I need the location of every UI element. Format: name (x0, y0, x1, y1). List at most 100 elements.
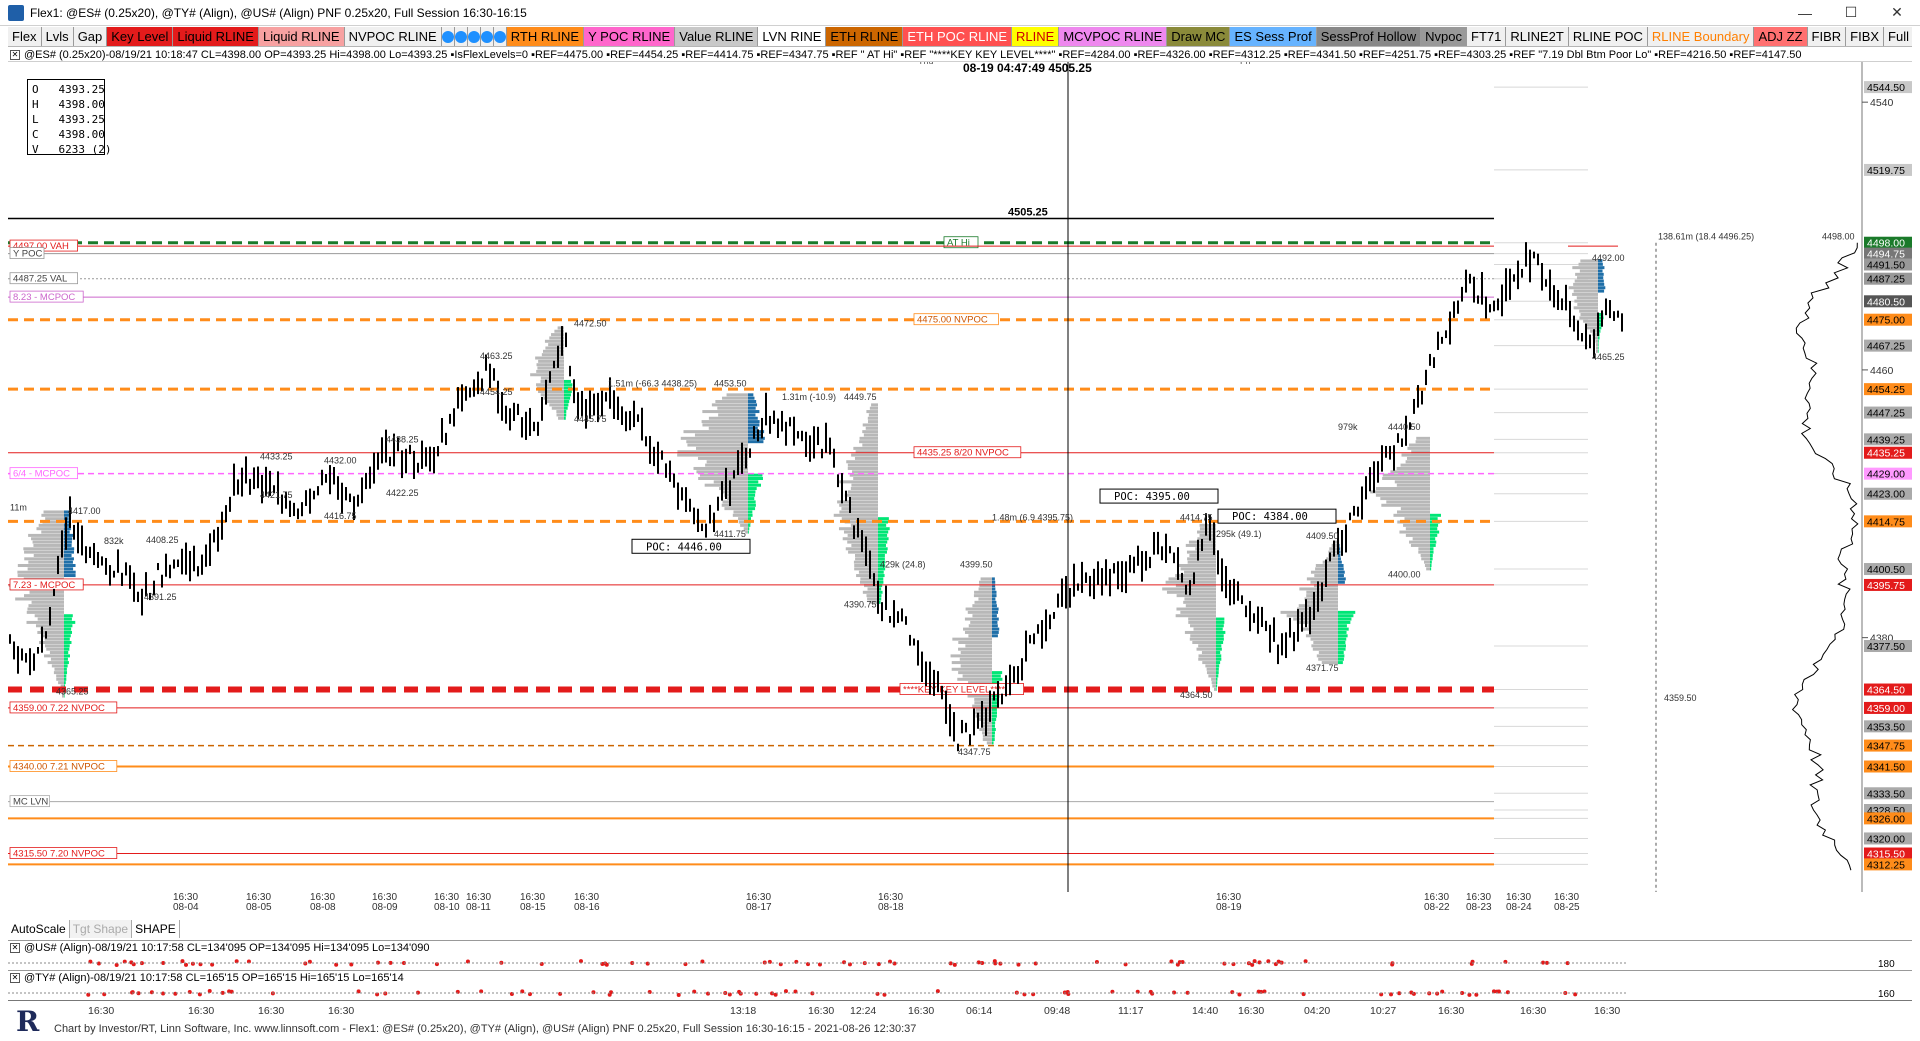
poc-box-label: POC: 4384.00 (1232, 511, 1308, 523)
toolbar-button-full-sess-prof[interactable]: Full Sess Prof (1884, 27, 1912, 46)
toolbar-button-nvpoc[interactable]: Nvpoc (1421, 27, 1467, 46)
profile-bar (1403, 523, 1430, 527)
us-subpane[interactable]: ✕ @TY# (Align)-08/19/21 10:17:58 CL=165'… (8, 970, 1912, 1000)
profile-bar (1184, 570, 1216, 574)
toolbar-button-liquid-rline[interactable]: Liquid RLINE (173, 27, 259, 46)
profile-bar (1196, 647, 1216, 651)
profile-bar (558, 416, 564, 420)
profile-bar-green (1338, 657, 1344, 661)
toolbar-button-rth-rline[interactable]: RTH RLINE (506, 27, 585, 46)
crosshair-time-label: 08-19 04:47:49 4505.25 (963, 62, 1092, 75)
profile-bar (1572, 266, 1598, 270)
close-pane-icon[interactable]: ✕ (10, 943, 20, 953)
profile-bar (1370, 490, 1430, 494)
profile-bar (49, 651, 64, 655)
close-pane-icon[interactable]: ✕ (10, 973, 20, 983)
profile-bar (738, 517, 748, 521)
profile-bar (44, 637, 64, 641)
toolbar-button-eth-poc-rline[interactable]: ETH POC RLINE (903, 27, 1013, 46)
toolbar-button-value-rline[interactable]: Value RLINE (675, 27, 759, 46)
toolbar-button-liquid-rline[interactable]: Liquid RLINE (258, 27, 345, 46)
chart-date-label: 08-09 (372, 902, 398, 913)
price-axis-label: 4439.25 (1867, 434, 1905, 446)
price-annotation: 4347.75 (958, 747, 991, 757)
profile-bar (1176, 594, 1216, 598)
toolbar-button-gap[interactable]: Gap (73, 27, 108, 46)
app-icon (8, 4, 24, 21)
toolbar-button-mcvpoc-rline[interactable]: MCVPOC RLINE (1059, 27, 1168, 46)
profile-bar-green (992, 701, 998, 705)
profile-bar (967, 610, 992, 614)
profile-bar (1293, 617, 1338, 621)
toolbar-circle-icon[interactable] (467, 27, 481, 46)
profile-bar-green (878, 537, 889, 541)
toolbar-button-lvls[interactable]: Lvls (41, 27, 74, 46)
toolbar-button-rline-boundary[interactable]: RLINE Boundary (1647, 27, 1755, 46)
profile-bar-blue (992, 627, 1000, 631)
day-label-thu: Thu (918, 62, 934, 66)
profile-bar (1310, 637, 1338, 641)
toolbar-button-fibx[interactable]: FIBX (1846, 27, 1885, 46)
toolbar-button-es-sess-prof[interactable]: ES Sess Prof (1230, 27, 1317, 46)
profile-bar (1175, 614, 1216, 618)
ty-subpane[interactable]: ✕ @US# (Align)-08/19/21 10:17:58 CL=134'… (8, 940, 1912, 970)
profile-bar-green (64, 637, 70, 641)
toolbar-circle-icon[interactable] (493, 27, 507, 46)
autoscale-button[interactable]: AutoScale (8, 920, 70, 938)
toolbar-button-flex[interactable]: Flex (8, 27, 42, 46)
shape-button[interactable]: SHAPE (132, 920, 180, 938)
profile-bar-green (64, 677, 67, 681)
profile-bar-blue (992, 617, 999, 621)
profile-bar-blue (992, 577, 995, 581)
toolbar-circle-icon[interactable] (480, 27, 494, 46)
level-label: 7.23 - MCPOC (13, 580, 75, 591)
profile-bar (858, 570, 878, 574)
time-axis-label: 16:30 (808, 1005, 834, 1017)
toolbar-button-ft71[interactable]: FT71 (1467, 27, 1507, 46)
toolbar-button-adj-zz[interactable]: ADJ ZZ (1754, 27, 1808, 46)
profile-bar (1180, 567, 1216, 571)
toolbar-button-y-poc-rline[interactable]: Y POC RLINE (584, 27, 676, 46)
toolbar-button-fibr[interactable]: FIBR (1807, 27, 1847, 46)
toolbar-circle-icon[interactable] (441, 27, 455, 46)
toolbar-button-lvn-rine[interactable]: LVN RINE (758, 27, 827, 46)
price-axis-label: 4467.25 (1867, 341, 1905, 353)
profile-bar-green (1430, 527, 1438, 531)
poc-box-label: POC: 4446.00 (646, 541, 722, 553)
toolbar-button-rline-poc[interactable]: RLINE POC (1568, 27, 1648, 46)
toolbar-button-rline[interactable]: RLINE (1012, 27, 1060, 46)
profile-bar (1193, 627, 1216, 631)
toolbar-circle-icon[interactable] (454, 27, 468, 46)
profile-bar-green (748, 497, 755, 501)
profile-bar-green (1216, 640, 1224, 644)
profile-bar (36, 527, 64, 531)
minimize-button[interactable]: — (1782, 0, 1828, 26)
price-axis-label: 4447.25 (1867, 408, 1905, 420)
profile-bar (871, 403, 878, 407)
profile-bar-green (1216, 657, 1222, 661)
sub-pane-dot (1230, 990, 1235, 995)
profile-bar (1412, 537, 1430, 541)
profile-bar (1579, 316, 1598, 320)
price-axis-label: 4519.75 (1867, 165, 1905, 177)
price-chart[interactable]: AT Hi4497.00 VAHY POC4487.25 VAL8.23 - M… (8, 62, 1912, 918)
toolbar-button-sessprof-hollow[interactable]: SessProf Hollow (1316, 27, 1422, 46)
profile-bar (1386, 500, 1430, 504)
toolbar-button-nvpoc-rline[interactable]: NVPOC RLINE (344, 27, 442, 46)
toolbar-button-rline2t[interactable]: RLINE2T (1506, 27, 1569, 46)
tgt-shape-button[interactable]: Tgt Shape (69, 920, 133, 938)
close-button[interactable]: ✕ (1874, 0, 1920, 26)
profile-bar (1198, 657, 1216, 661)
profile-bar-green (1216, 671, 1219, 675)
time-axis-label: 09:48 (1044, 1005, 1070, 1017)
close-pane-icon[interactable]: ✕ (10, 49, 20, 60)
profile-bar (41, 530, 64, 534)
toolbar-button-eth-rline[interactable]: ETH RLINE (826, 27, 904, 46)
profile-bar (1188, 620, 1216, 624)
price-axis-label: 4475.00 (1867, 315, 1905, 327)
maximize-button[interactable]: ☐ (1828, 0, 1874, 26)
profile-bar (698, 477, 748, 480)
profile-bar (1577, 302, 1598, 306)
toolbar-button-key-level[interactable]: Key Level (107, 27, 174, 46)
toolbar-button-draw-mc[interactable]: Draw MC (1167, 27, 1231, 46)
